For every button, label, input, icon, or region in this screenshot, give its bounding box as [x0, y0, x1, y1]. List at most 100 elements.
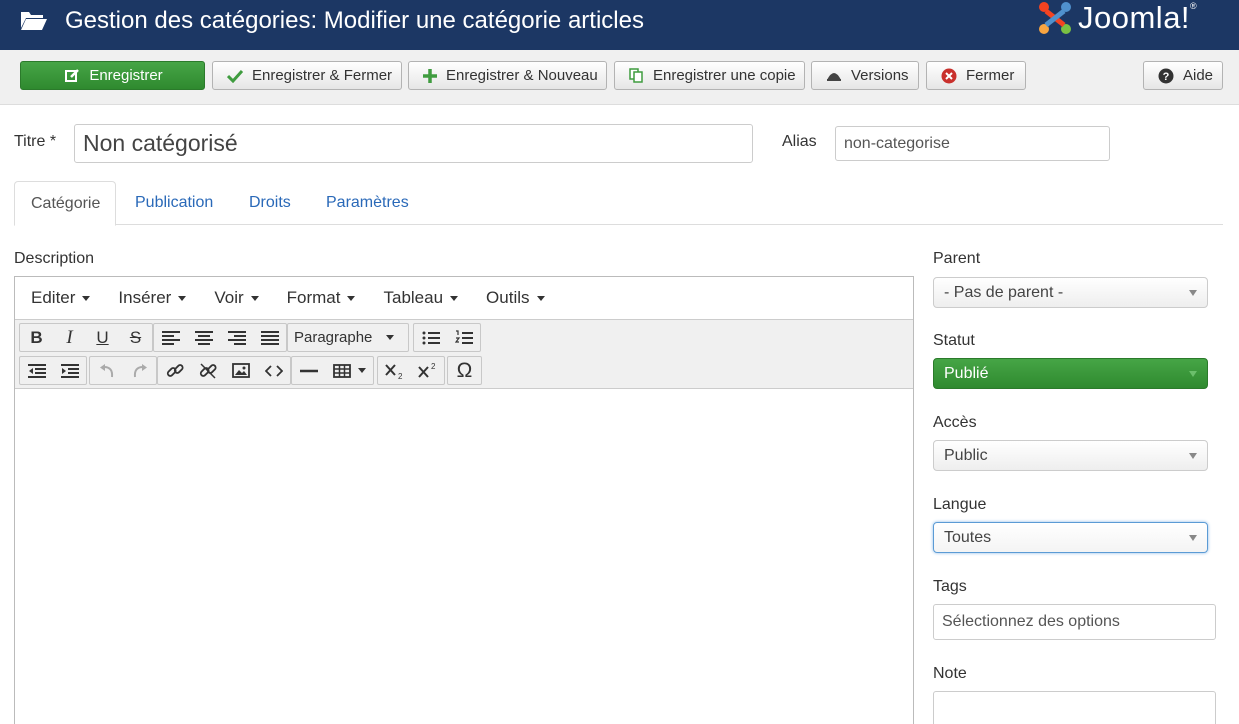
save-close-button-label: Enregistrer & Fermer	[252, 67, 393, 84]
format-select-label: Paragraphe	[294, 329, 373, 346]
description-label: Description	[14, 250, 95, 267]
horizontal-rule-button[interactable]	[292, 357, 325, 384]
link-icon	[166, 363, 184, 377]
menu-view[interactable]: Voir	[214, 288, 259, 308]
caret-down-icon	[347, 295, 356, 301]
tags-input[interactable]: Sélectionnez des options	[933, 604, 1216, 640]
subscript-icon: 2	[384, 363, 403, 380]
redo-button[interactable]	[123, 357, 156, 384]
menu-insert-label: Insérer	[118, 288, 172, 307]
table-button[interactable]	[325, 357, 373, 384]
language-select[interactable]: Toutes	[933, 522, 1208, 553]
versions-button[interactable]: Versions	[811, 61, 919, 90]
caret-down-icon	[536, 295, 545, 301]
chevron-down-icon	[1189, 290, 1197, 296]
underline-button[interactable]: U	[86, 324, 119, 351]
tab-publication[interactable]: Publication	[119, 181, 229, 225]
toolbar: Enregistrer Enregistrer & Fermer Enregis…	[0, 50, 1239, 105]
joomla-logo-text: Joomla!	[1078, 0, 1191, 35]
special-char-button[interactable]: Ω	[448, 357, 481, 384]
numbered-list-button[interactable]	[447, 324, 480, 351]
parent-select[interactable]: - Pas de parent -	[933, 277, 1208, 308]
editor-menubar: Editer Insérer Voir Format Tableau Outil…	[15, 277, 913, 320]
italic-button[interactable]: I	[53, 324, 86, 351]
save-copy-button[interactable]: Enregistrer une copie	[614, 61, 805, 90]
title-label: Titre *	[14, 133, 57, 150]
save-new-button[interactable]: Enregistrer & Nouveau	[408, 61, 607, 90]
subscript-button[interactable]: 2	[378, 357, 411, 384]
superscript-icon: 2	[417, 362, 436, 378]
bullet-list-button[interactable]	[414, 324, 447, 351]
alignment-group	[153, 323, 287, 352]
tab-parameters[interactable]: Paramètres	[310, 181, 425, 225]
redo-icon	[133, 363, 147, 377]
menu-insert[interactable]: Insérer	[118, 288, 187, 308]
status-select-value: Publié	[944, 364, 989, 382]
menu-table[interactable]: Tableau	[383, 288, 459, 308]
menu-tools[interactable]: Outils	[486, 288, 545, 308]
menu-edit-label: Editer	[31, 288, 76, 307]
image-button[interactable]	[224, 357, 257, 384]
align-right-button[interactable]	[220, 324, 253, 351]
menu-format[interactable]: Format	[287, 288, 356, 308]
horizontal-rule-icon	[299, 369, 318, 372]
tab-category[interactable]: Catégorie	[14, 181, 116, 226]
align-left-button[interactable]	[154, 324, 187, 351]
editor-content-area[interactable]	[15, 389, 913, 724]
superscript-button[interactable]: 2	[411, 357, 444, 384]
page-title: Gestion des catégories: Modifier une cat…	[65, 7, 644, 34]
title-input[interactable]: Non catégorisé	[74, 124, 753, 163]
alias-label: Alias	[782, 133, 817, 150]
chevron-down-icon	[1189, 535, 1197, 541]
strikethrough-button[interactable]: S	[119, 324, 152, 351]
script-group: 2 2	[377, 356, 445, 385]
link-button[interactable]	[158, 357, 191, 384]
access-select-value: Public	[944, 446, 988, 464]
save-close-button[interactable]: Enregistrer & Fermer	[212, 61, 402, 90]
svg-text:2: 2	[431, 362, 436, 371]
save-new-button-label: Enregistrer & Nouveau	[446, 67, 598, 84]
indent-group	[19, 356, 87, 385]
access-select[interactable]: Public	[933, 440, 1208, 471]
bullet-list-icon	[422, 331, 440, 344]
format-select[interactable]: Paragraphe	[287, 323, 409, 352]
save-copy-button-label: Enregistrer une copie	[653, 67, 796, 84]
bold-button[interactable]: B	[20, 324, 53, 351]
insert-group	[157, 356, 291, 385]
outdent-button[interactable]	[20, 357, 53, 384]
save-button[interactable]: Enregistrer	[20, 61, 205, 90]
menu-view-label: Voir	[214, 288, 244, 307]
code-button[interactable]	[257, 357, 290, 384]
align-justify-button[interactable]	[253, 324, 286, 351]
unlink-button[interactable]	[191, 357, 224, 384]
archive-icon	[826, 68, 842, 84]
indent-icon	[60, 363, 79, 378]
status-label: Statut	[933, 332, 975, 349]
caret-down-icon	[250, 295, 259, 301]
menu-edit[interactable]: Editer	[31, 288, 91, 308]
unlink-icon	[199, 362, 217, 379]
help-button-label: Aide	[1183, 67, 1214, 84]
close-button-label: Fermer	[966, 67, 1015, 84]
tab-rights[interactable]: Droits	[233, 181, 307, 225]
undo-icon	[99, 363, 113, 377]
code-icon	[264, 364, 283, 377]
registered-mark: ®	[1190, 1, 1197, 11]
tags-label: Tags	[933, 578, 967, 595]
outdent-icon	[27, 363, 46, 378]
caret-down-icon	[357, 368, 366, 373]
joomla-logo-icon	[1036, 0, 1074, 36]
block-group	[291, 356, 374, 385]
note-input[interactable]	[933, 691, 1216, 724]
numbered-list-icon	[454, 329, 473, 344]
align-center-button[interactable]	[187, 324, 220, 351]
table-icon	[332, 363, 351, 378]
undo-button[interactable]	[90, 357, 123, 384]
indent-button[interactable]	[53, 357, 86, 384]
alias-input[interactable]: non-categorise	[835, 126, 1110, 161]
close-button[interactable]: Fermer	[926, 61, 1026, 90]
align-justify-icon	[260, 330, 279, 345]
help-button[interactable]: ? Aide	[1143, 61, 1223, 90]
status-select[interactable]: Publié	[933, 358, 1208, 389]
language-select-value: Toutes	[944, 528, 992, 546]
